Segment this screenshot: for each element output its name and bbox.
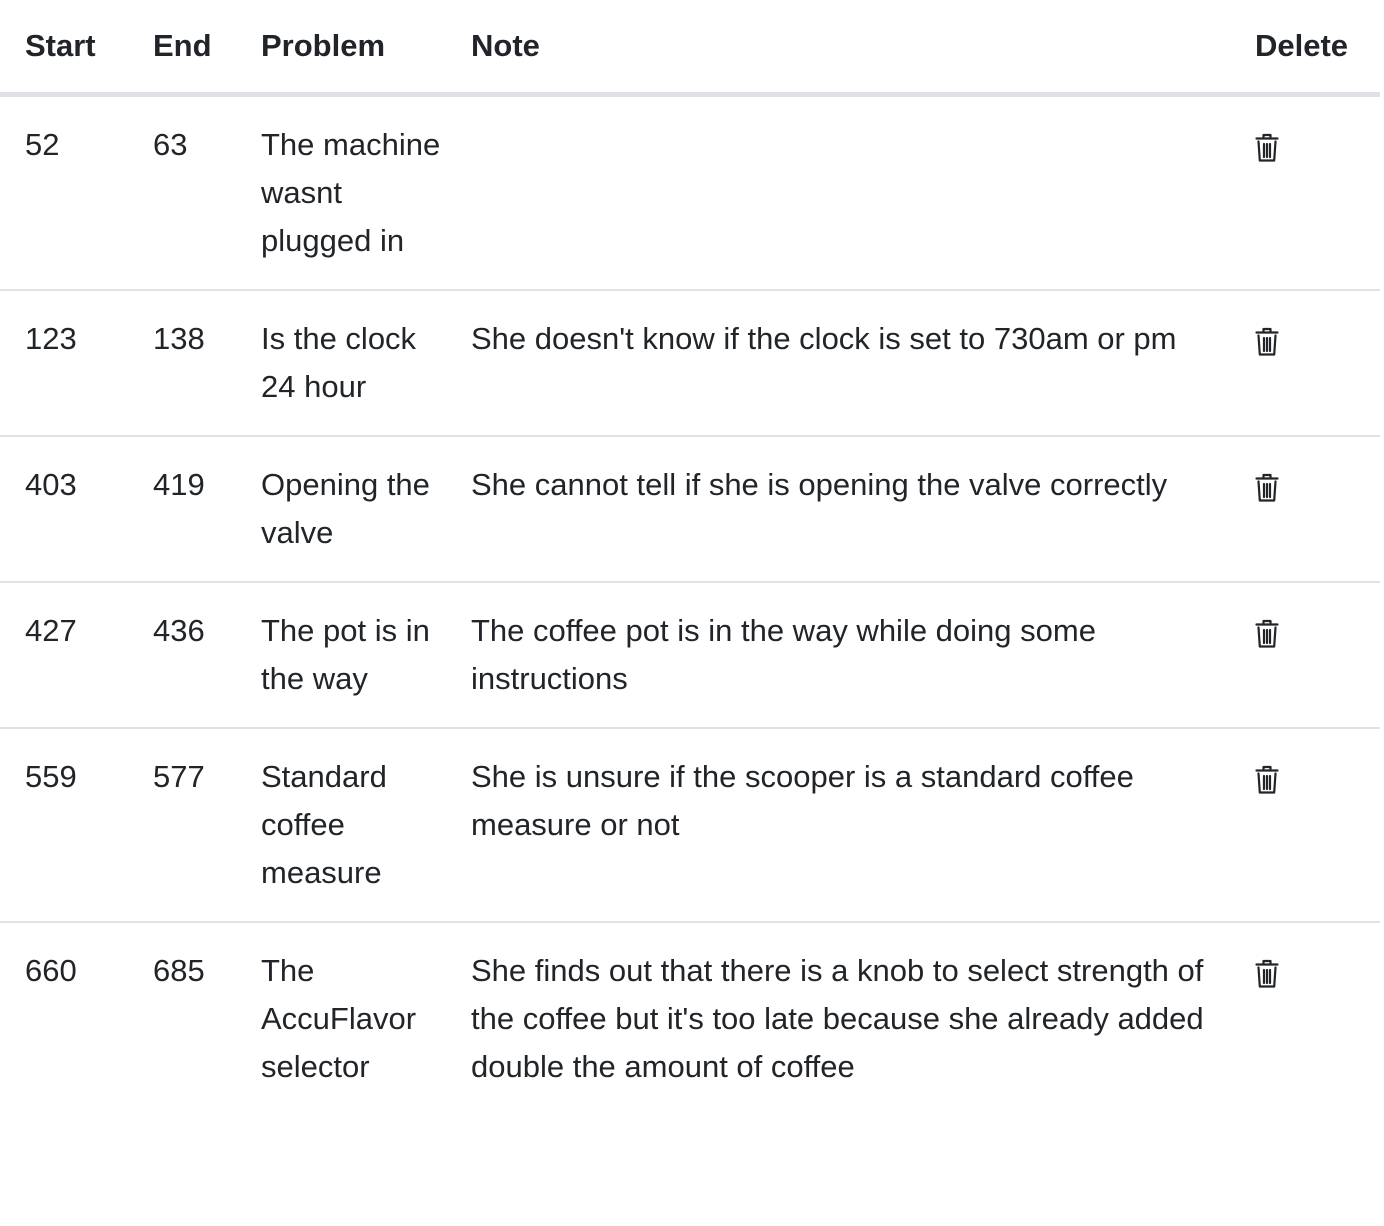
cell-note: [446, 95, 1230, 291]
cell-start: 660: [0, 921, 128, 1115]
cell-delete: [1230, 289, 1380, 436]
cell-delete: [1230, 921, 1380, 1115]
cell-problem: The AccuFlavor selector: [236, 921, 446, 1115]
table-body: 52 63 The machine wasnt plugged in 123 138 Is…: [0, 95, 1380, 1115]
header-start: Start: [0, 0, 128, 97]
cell-end: 419: [128, 435, 236, 582]
cell-note: She finds out that there is a knob to se…: [446, 921, 1230, 1115]
header-row: Start End Problem Note Delete: [0, 0, 1380, 97]
cell-note: She is unsure if the scooper is a standa…: [446, 727, 1230, 922]
header-delete: Delete: [1230, 0, 1380, 97]
trash-icon[interactable]: [1255, 765, 1279, 795]
cell-delete: [1230, 435, 1380, 582]
table-row: 559 577 Standard coffee measure She is unsu…: [0, 727, 1380, 922]
trash-icon[interactable]: [1255, 327, 1279, 357]
cell-problem: The machine wasnt plugged in: [261, 127, 441, 258]
cell-end: 577: [128, 727, 236, 922]
trash-icon[interactable]: [1255, 959, 1279, 989]
problems-table: Start End Problem Note Delete 52 63 The ma…: [0, 0, 1380, 1115]
cell-start: 403: [0, 435, 128, 582]
table-row: 403 419 Opening the valve She cannot tell i…: [0, 435, 1380, 582]
trash-icon[interactable]: [1255, 619, 1279, 649]
cell-delete: [1230, 95, 1380, 291]
cell-delete: [1230, 727, 1380, 922]
cell-start: 427: [0, 581, 128, 728]
cell-start: 52: [25, 127, 60, 162]
table-header: Start End Problem Note Delete: [0, 0, 1380, 97]
cell-end: 138: [128, 289, 236, 436]
cell-problem: Is the clock 24 hour: [236, 289, 446, 436]
cell-note: The coffee pot is in the way while doing…: [446, 581, 1230, 728]
trash-icon[interactable]: [1255, 473, 1279, 503]
cell-problem: The pot is in the way: [236, 581, 446, 728]
cell-delete: [1230, 581, 1380, 728]
trash-icon[interactable]: [1255, 133, 1279, 163]
table-row: 123 138 Is the clock 24 hour She doesn't kn…: [0, 289, 1380, 436]
cell-end: 436: [128, 581, 236, 728]
cell-end: 685: [128, 921, 236, 1115]
table-row: 660 685 The AccuFlavor selector She finds o…: [0, 921, 1380, 1115]
header-end: End: [128, 0, 236, 97]
header-note: Note: [446, 0, 1230, 97]
cell-problem: Opening the valve: [236, 435, 446, 582]
header-problem: Problem: [236, 0, 446, 97]
cell-problem: Standard coffee measure: [236, 727, 446, 922]
table-row: 52 63 The machine wasnt plugged in: [0, 95, 1380, 291]
cell-start: 123: [0, 289, 128, 436]
cell-start: 559: [0, 727, 128, 922]
table-row: 427 436 The pot is in the way The coffee po…: [0, 581, 1380, 728]
cell-note: She doesn't know if the clock is set to …: [446, 289, 1230, 436]
cell-note: She cannot tell if she is opening the va…: [446, 435, 1230, 582]
cell-end: 63: [153, 127, 188, 162]
